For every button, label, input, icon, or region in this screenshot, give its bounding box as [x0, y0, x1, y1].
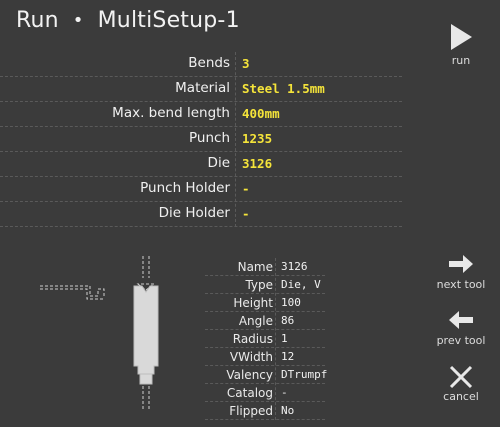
- setup-table: Bends 3 Material Steel 1.5mm Max. bend l…: [0, 52, 402, 227]
- tool-value: 1: [281, 332, 288, 345]
- setup-value: 1235: [242, 131, 273, 146]
- tool-value: 12: [281, 350, 295, 363]
- setup-value: 3126: [242, 156, 273, 171]
- tool-label: Type: [245, 278, 273, 292]
- page-title: Run • MultiSetup-1: [16, 8, 240, 33]
- tool-row: Type Die, V: [205, 276, 325, 294]
- next-tool-button[interactable]: next tool: [431, 254, 491, 291]
- cancel-label: cancel: [443, 390, 479, 403]
- tool-row: VWidth 12: [205, 348, 325, 366]
- setup-row: Max. bend length 400mm: [0, 102, 402, 127]
- tool-label: Flipped: [229, 404, 273, 418]
- setup-label: Die Holder: [158, 205, 230, 221]
- setup-row: Die 3126: [0, 152, 402, 177]
- setup-label: Punch Holder: [140, 180, 230, 196]
- run-button-label: run: [451, 54, 471, 67]
- tool-value: 3126: [281, 260, 308, 273]
- setup-row: Punch Holder -: [0, 177, 402, 202]
- play-icon: [451, 24, 472, 50]
- tool-row: Valency DTrumpf: [205, 366, 328, 384]
- setup-label: Punch: [189, 130, 230, 146]
- part-profile-icon: [40, 285, 105, 300]
- run-title: Run: [16, 8, 59, 33]
- arrow-right-icon: [449, 255, 473, 273]
- setup-label: Bends: [188, 55, 230, 71]
- close-icon: [449, 365, 473, 389]
- tool-row: Angle 86: [205, 312, 325, 330]
- tool-label: Angle: [238, 314, 273, 328]
- next-tool-label: next tool: [436, 278, 486, 291]
- setup-label: Die: [207, 155, 230, 171]
- tool-value: -: [281, 386, 288, 399]
- tool-row: Radius 1: [205, 330, 325, 348]
- arrow-left-icon: [449, 311, 473, 329]
- tool-label: Valency: [226, 368, 273, 382]
- tool-value: No: [281, 404, 295, 417]
- tool-value: Die, V: [281, 278, 321, 291]
- prev-tool-button[interactable]: prev tool: [431, 310, 491, 347]
- setup-row: Punch 1235: [0, 127, 402, 152]
- setup-row: Material Steel 1.5mm: [0, 77, 402, 102]
- title-separator: •: [72, 10, 84, 31]
- tool-label: Height: [233, 296, 273, 310]
- setup-value: 400mm: [242, 106, 280, 121]
- tool-value: 86: [281, 314, 295, 327]
- setup-value: 3: [242, 56, 250, 71]
- cancel-button[interactable]: cancel: [431, 364, 491, 403]
- tool-label: Radius: [232, 332, 273, 346]
- run-button[interactable]: run: [431, 22, 491, 67]
- tool-label: VWidth: [229, 350, 273, 364]
- tool-drawing-icon: [133, 256, 159, 410]
- tool-row: Flipped No: [205, 402, 325, 420]
- tool-label: Catalog: [226, 386, 273, 400]
- setup-label: Material: [175, 80, 230, 96]
- tool-value: 100: [281, 296, 301, 309]
- tool-row: Height 100: [205, 294, 325, 312]
- setup-value: Steel 1.5mm: [242, 81, 325, 96]
- tool-table: Name 3126 Type Die, V Height 100 Angle 86 Ra…: [205, 258, 328, 420]
- setup-value: -: [242, 181, 250, 196]
- tool-row: Name 3126: [205, 258, 325, 276]
- setup-value: -: [242, 206, 250, 221]
- prev-tool-label: prev tool: [436, 334, 486, 347]
- setup-name: MultiSetup-1: [97, 8, 240, 33]
- tool-label: Name: [237, 260, 273, 274]
- tool-value: DTrumpf: [281, 368, 328, 381]
- setup-label: Max. bend length: [112, 105, 230, 121]
- setup-row: Bends 3: [0, 52, 402, 77]
- setup-row: Die Holder -: [0, 202, 402, 227]
- tool-row: Catalog -: [205, 384, 325, 402]
